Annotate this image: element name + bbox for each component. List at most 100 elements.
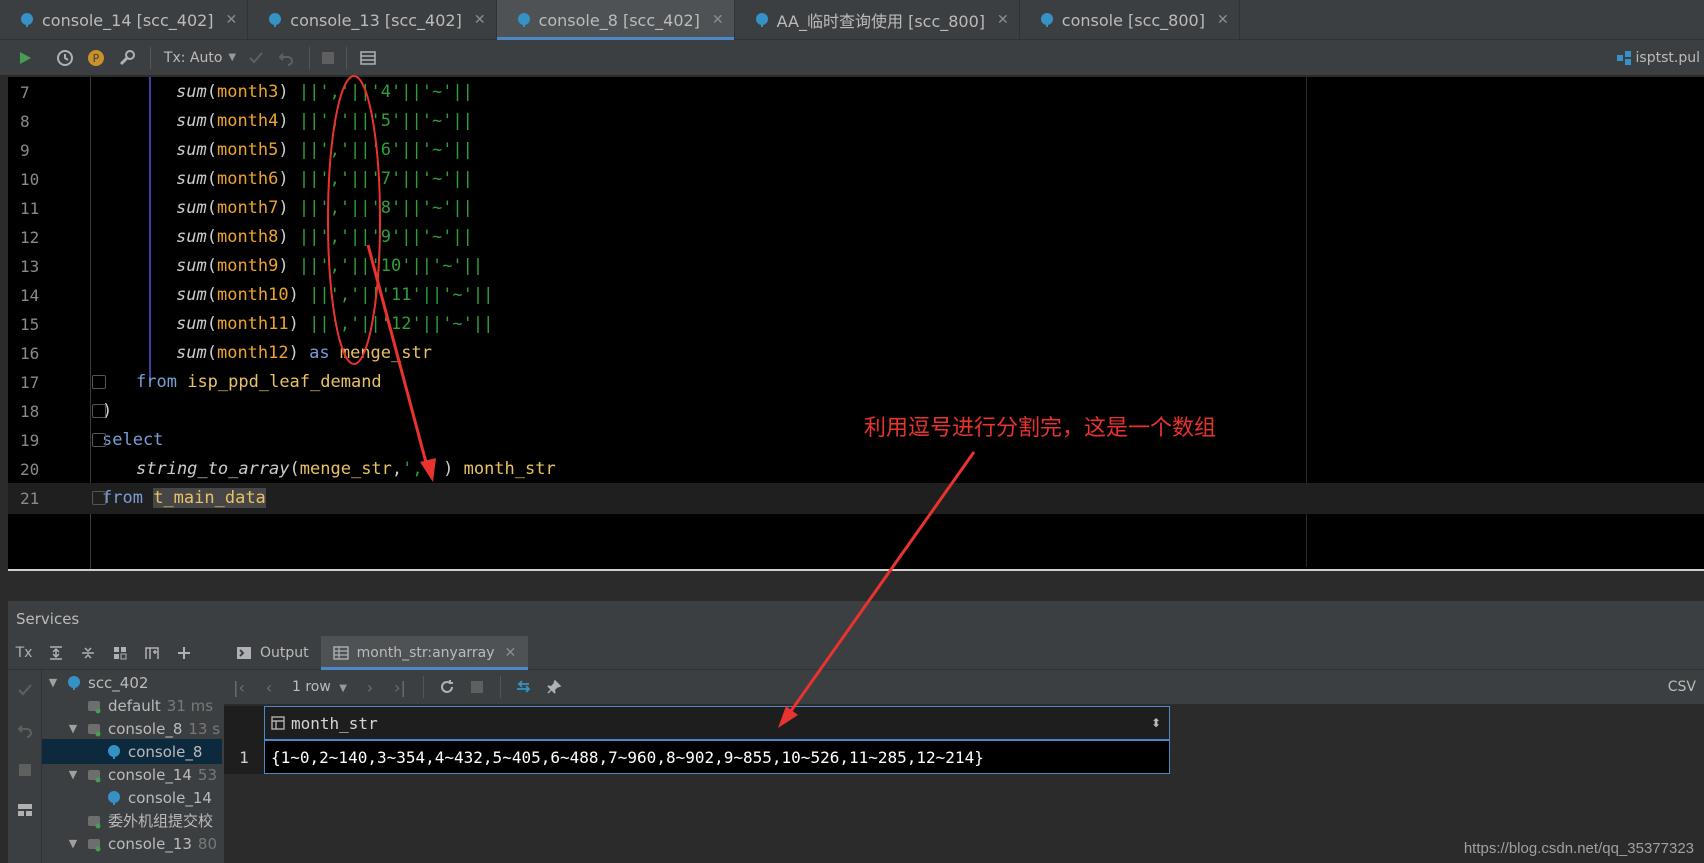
code-line[interactable]: 11 sum(month7) ||','||'8'||'~'|| — [8, 193, 1704, 224]
code-line[interactable]: 15 sum(month11) ||','||'12'||'~'|| — [8, 309, 1704, 340]
tree-node[interactable]: console_8 — [42, 739, 222, 764]
stop-button[interactable] — [318, 40, 338, 76]
rollback-side-button[interactable] — [8, 710, 42, 750]
code-line[interactable]: 20 string_to_array(menge_str,',' ) month_… — [8, 454, 1704, 485]
cancel-query-button[interactable] — [462, 670, 492, 704]
transpose-button[interactable] — [509, 670, 539, 704]
row-count-dropdown[interactable]: 1 row ▼ — [292, 679, 347, 695]
new-tab-button[interactable] — [136, 636, 168, 670]
code-line[interactable]: 9 sum(month5) ||','||'6'||'~'|| — [8, 135, 1704, 166]
close-icon[interactable]: ✕ — [505, 645, 517, 661]
code-line[interactable]: 10 sum(month6) ||','||'7'||'~'|| — [8, 164, 1704, 195]
editor-tab[interactable]: console_8 [scc_402] ✕ — [496, 0, 735, 40]
fold-marker-icon[interactable] — [92, 404, 106, 418]
month-number: 7 — [380, 169, 392, 189]
history-button[interactable] — [50, 40, 80, 76]
code-line[interactable]: 8 sum(month4) ||','||'5'||'~'|| — [8, 106, 1704, 137]
tree-node[interactable]: console_14 — [42, 785, 222, 810]
stop-side-button[interactable] — [8, 750, 42, 790]
code-line[interactable]: 17 from isp_ppd_leaf_demand — [8, 367, 1704, 398]
concat-op: ||','||' — [309, 314, 391, 334]
result-cell[interactable]: {1~0,2~140,3~354,4~432,5~405,6~488,7~960… — [271, 748, 984, 767]
function-name: sum — [176, 82, 207, 102]
collapse-all-button[interactable] — [72, 636, 104, 670]
code-line[interactable]: 7 sum(month3) ||','||'4'||'~'|| — [8, 77, 1704, 108]
next-page-button[interactable]: › — [355, 670, 385, 704]
editor-tab[interactable]: console_13 [scc_402] ✕ — [248, 0, 497, 40]
layout-side-button[interactable] — [8, 790, 42, 830]
rollback-button[interactable] — [271, 40, 301, 76]
close-icon[interactable]: ✕ — [226, 12, 238, 28]
chevron-down-icon[interactable]: ▼ — [66, 837, 80, 850]
pin-session-button[interactable]: P — [80, 40, 112, 76]
code-line[interactable]: 13 sum(month9) ||','||'10'||'~'|| — [8, 251, 1704, 282]
postgres-elephant-icon — [517, 13, 530, 27]
close-icon[interactable]: ✕ — [474, 12, 486, 28]
expand-all-button[interactable] — [40, 636, 72, 670]
concat-op: ||','||' — [298, 82, 381, 102]
paren: ) — [288, 314, 310, 334]
result-tab[interactable]: month_str:anyarray ✕ — [320, 635, 529, 670]
delimiter-string: ',' — [402, 459, 433, 479]
row-count-label: 1 row — [292, 679, 331, 695]
code-text: sum(month8) ||','||'9'||'~'|| — [176, 222, 473, 253]
fold-marker-icon[interactable] — [92, 433, 106, 447]
editor-tab[interactable]: console_14 [scc_402] ✕ — [0, 0, 249, 40]
close-icon[interactable]: ✕ — [997, 12, 1009, 28]
result-tab[interactable]: Output — [224, 636, 321, 670]
code-line[interactable]: 16 sum(month12) as menge_str — [8, 338, 1704, 369]
tx-filter-button[interactable]: Tx — [8, 636, 40, 670]
sort-icon[interactable]: ⬍ — [1151, 716, 1161, 730]
datasource-selector[interactable]: isptst.pul — [1616, 40, 1704, 76]
function-name: sum — [176, 343, 207, 363]
tree-node[interactable]: ▼ scc_402 — [42, 670, 222, 695]
session-icon — [88, 815, 101, 828]
concat-op: ||','||' — [298, 227, 381, 247]
commit-button[interactable] — [241, 40, 271, 76]
fold-marker-icon[interactable] — [92, 375, 106, 389]
code-line[interactable]: 21 from t_main_data — [8, 483, 1704, 514]
close-icon[interactable]: ✕ — [712, 12, 724, 28]
sql-editor[interactable]: 7 sum(month3) ||','||'4'||'~'|| 8 sum(month… — [8, 77, 1704, 571]
close-icon[interactable]: ✕ — [1217, 12, 1229, 28]
line-number: 18 — [20, 402, 40, 421]
paren: ) — [278, 140, 299, 160]
postgres-elephant-icon — [1040, 13, 1053, 27]
transaction-mode-dropdown[interactable]: Tx: Auto ▼ — [159, 40, 241, 76]
tree-node[interactable]: 委外机组提交校 — [42, 808, 222, 833]
last-page-button[interactable]: ›| — [385, 670, 415, 704]
tree-node[interactable]: ▼ console_13 80 — [42, 831, 222, 856]
paren: ( — [206, 256, 217, 276]
tree-node[interactable]: ▼ console_8 13 s — [42, 716, 222, 741]
comma: , — [391, 459, 403, 479]
code-line[interactable]: 12 sum(month8) ||','||'9'||'~'|| — [8, 222, 1704, 253]
column-header[interactable]: month_str ⬍ — [264, 706, 1170, 740]
add-service-button[interactable] — [168, 636, 200, 670]
run-button[interactable] — [0, 40, 50, 76]
commit-side-button[interactable] — [8, 670, 42, 710]
code-line[interactable]: 14 sum(month10) ||','||'11'||'~'|| — [8, 280, 1704, 311]
code-line[interactable]: 18) — [8, 396, 1704, 427]
fold-marker-icon[interactable] — [92, 491, 106, 505]
group-by-button[interactable] — [104, 636, 136, 670]
editor-tab[interactable]: AA_临时查询使用 [scc_800] ✕ — [735, 0, 1020, 40]
prev-page-button[interactable]: ‹ — [254, 670, 284, 704]
line-number: 11 — [20, 199, 40, 218]
editor-tab[interactable]: console [scc_800] ✕ — [1020, 0, 1240, 40]
first-page-button[interactable]: |‹ — [224, 670, 254, 704]
chevron-down-icon[interactable]: ▼ — [46, 676, 60, 689]
tree-node-duration: 53 — [197, 765, 217, 784]
tree-node[interactable]: ▼ console_14 53 — [42, 762, 222, 787]
code-line[interactable]: 19 select — [8, 425, 1704, 456]
chevron-down-icon[interactable]: ▼ — [66, 722, 80, 735]
table-row[interactable]: {1~0,2~140,3~354,4~432,5~405,6~488,7~960… — [264, 740, 1170, 774]
settings-button[interactable] — [112, 40, 142, 76]
refresh-button[interactable] — [432, 670, 462, 704]
chevron-left-icon: ‹ — [265, 677, 273, 697]
tree-node[interactable]: default 31 ms — [42, 693, 222, 718]
export-format-button[interactable]: CSV — [1668, 670, 1696, 704]
output-table-button[interactable] — [355, 40, 381, 76]
chevron-down-icon[interactable]: ▼ — [66, 768, 80, 781]
pin-tab-button[interactable] — [539, 670, 569, 704]
